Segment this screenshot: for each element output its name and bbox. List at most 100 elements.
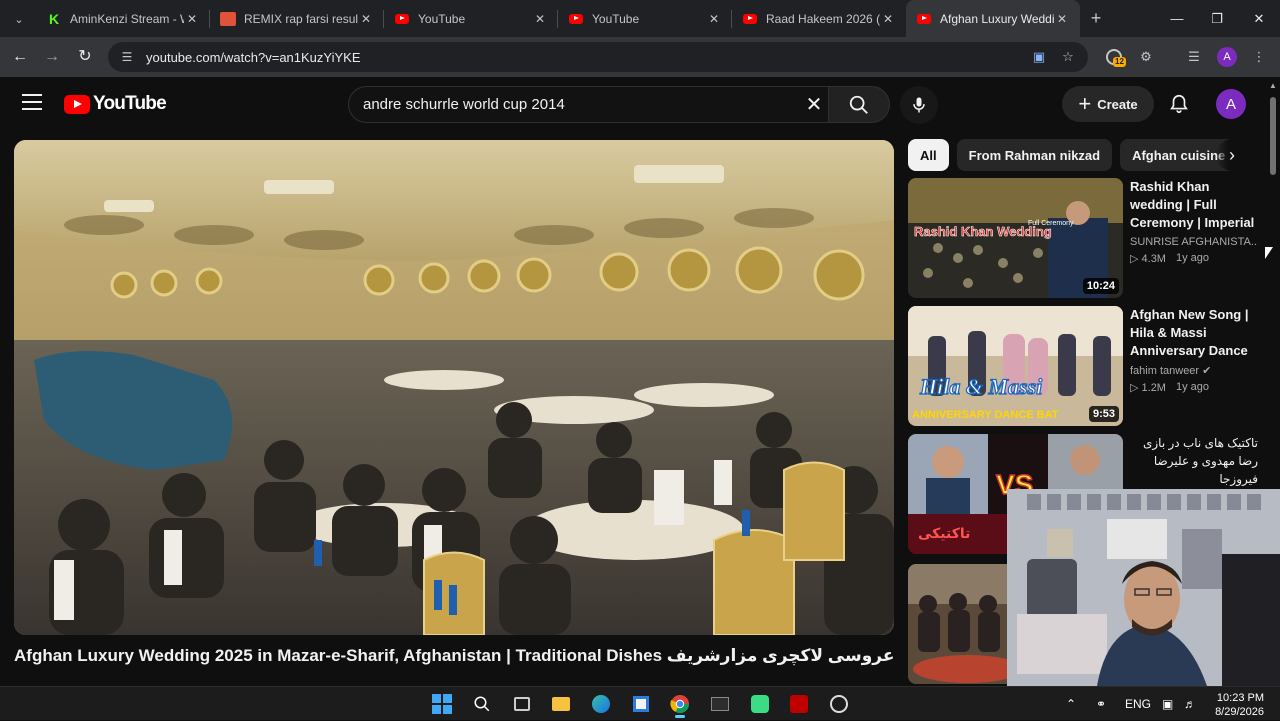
create-button[interactable]: + Create xyxy=(1062,86,1154,122)
microphone-icon xyxy=(913,97,925,113)
extension-badge-icon[interactable]: 12 xyxy=(1102,45,1126,69)
browser-tab[interactable]: YouTube ✕ xyxy=(384,0,558,37)
video-stats: ▷ 4.3M 1y ago xyxy=(1130,252,1258,265)
taskbar-search-icon[interactable] xyxy=(467,690,497,718)
browser-tab[interactable]: REMIX rap farsi results ✕ xyxy=(210,0,384,37)
tab-search-button[interactable]: ⌄ xyxy=(8,8,30,30)
file-explorer-icon[interactable] xyxy=(546,690,576,718)
plus-icon: + xyxy=(1078,91,1092,116)
browser-tab-strip: ⌄ K AminKenzi Stream - W ✕ REMIX rap far… xyxy=(0,0,1280,37)
network-icon[interactable]: ▣ xyxy=(1162,687,1173,721)
new-tab-button[interactable]: + xyxy=(1086,8,1106,28)
search-input[interactable] xyxy=(349,87,800,122)
video-title[interactable]: Rashid Khan wedding | Full Ceremony | Im… xyxy=(1130,178,1258,232)
address-bar[interactable]: ☰ youtube.com/watch?v=an1KuzYiYKE ▣ ☆ xyxy=(108,42,1088,72)
youtube-icon xyxy=(568,11,584,27)
forward-icon[interactable]: → xyxy=(40,45,64,69)
show-hidden-icons-chevron-icon[interactable]: ⌃ xyxy=(1066,687,1076,721)
windows-start-icon[interactable] xyxy=(427,690,457,718)
tab-title: Raad Hakeem 2026 ( w xyxy=(766,11,880,26)
channel-name[interactable]: SUNRISE AFGHANISTA... xyxy=(1130,236,1258,248)
guide-menu-icon[interactable] xyxy=(22,94,42,110)
youtube-logo-text: YouTube xyxy=(93,93,167,114)
back-icon[interactable]: ← xyxy=(8,45,32,69)
system-clock[interactable]: 10:23 PM 8/29/2026 xyxy=(1184,691,1264,719)
tab-close-icon[interactable]: ✕ xyxy=(358,12,374,26)
browser-toolbar: ← → ↻ ☰ youtube.com/watch?v=an1KuzYiYKE … xyxy=(0,37,1280,77)
youtube-icon xyxy=(916,11,932,27)
view-count-value: 4.3M xyxy=(1141,253,1166,265)
scroll-up-arrow-icon[interactable]: ▲ xyxy=(1269,81,1277,90)
maximize-icon[interactable]: ❐ xyxy=(1196,0,1238,37)
windows-taskbar: ⌃ ⚭ ENG ▣ ♬ 10:23 PM 8/29/2026 xyxy=(0,686,1280,720)
bookmark-star-icon[interactable]: ☆ xyxy=(1055,42,1081,72)
video-meta: Rashid Khan wedding | Full Ceremony | Im… xyxy=(1130,178,1258,265)
tab-close-icon[interactable]: ✕ xyxy=(532,12,548,26)
minimize-icon[interactable]: — xyxy=(1156,0,1198,37)
android-studio-icon[interactable] xyxy=(745,690,775,718)
tab-close-icon[interactable]: ✕ xyxy=(880,12,896,26)
youtube-logo[interactable]: YouTube xyxy=(64,93,167,115)
profile-button[interactable]: A xyxy=(1215,45,1239,69)
video-title[interactable]: Afghan New Song | Hila & Massi Anniversa… xyxy=(1130,306,1258,360)
kick-icon: K xyxy=(48,10,60,27)
youtube-icon xyxy=(394,11,410,27)
browser-tab[interactable]: Raad Hakeem 2026 ( w ✕ xyxy=(732,0,906,37)
terminal-icon[interactable] xyxy=(705,690,735,718)
recommended-video[interactable]: Hila & Massi ANNIVERSARY DANCE BAT 9:53 … xyxy=(908,306,1258,426)
extensions-puzzle-icon[interactable]: ⚙ xyxy=(1134,45,1158,69)
voice-search-button[interactable] xyxy=(900,86,938,124)
video-stats: ▷ 1.2M 1y ago xyxy=(1130,381,1258,394)
install-app-icon[interactable]: ▣ xyxy=(1026,42,1052,72)
video-player[interactable] xyxy=(14,140,894,635)
chip-all[interactable]: All xyxy=(908,139,949,171)
recommended-video[interactable]: Rashid Khan Wedding Full Ceremony 10:24 … xyxy=(908,178,1258,298)
webcam-overlay xyxy=(1007,489,1280,686)
url-text[interactable]: youtube.com/watch?v=an1KuzYiYKE xyxy=(146,50,361,65)
video-meta: تاکتیک های ناب در بازی رضا مهدوی و علیرض… xyxy=(1130,434,1258,488)
browser-tab-active[interactable]: Afghan Luxury Wedding ✕ xyxy=(906,0,1080,37)
browser-tab[interactable]: K AminKenzi Stream - W ✕ xyxy=(36,0,210,37)
video-duration: 10:24 xyxy=(1082,278,1119,294)
chrome-taskbar-icon[interactable] xyxy=(665,690,695,718)
reload-icon[interactable]: ↻ xyxy=(73,45,97,69)
search-box: ✕ xyxy=(348,86,828,123)
microsoft-store-icon[interactable] xyxy=(626,690,656,718)
tab-title: YouTube xyxy=(418,11,466,26)
input-language[interactable]: ENG xyxy=(1125,687,1151,721)
browser-tab[interactable]: YouTube ✕ xyxy=(558,0,732,37)
video-thumbnail[interactable]: Hila & Massi ANNIVERSARY DANCE BAT 9:53 xyxy=(908,306,1123,426)
close-window-icon[interactable]: ✕ xyxy=(1238,0,1280,37)
clock-time: 10:23 PM xyxy=(1216,692,1264,704)
filezilla-icon[interactable] xyxy=(784,690,814,718)
chip-from-channel[interactable]: From Rahman nikzad xyxy=(956,139,1113,171)
media-player-icon[interactable] xyxy=(824,690,854,718)
media-controls-icon[interactable]: ☰ xyxy=(1182,45,1206,69)
tab-close-icon[interactable]: ✕ xyxy=(184,12,200,26)
reddit-icon xyxy=(220,11,236,27)
tab-close-icon[interactable]: ✕ xyxy=(1054,12,1070,26)
youtube-masthead: YouTube ✕ + Create A xyxy=(0,77,1280,133)
tab-close-icon[interactable]: ✕ xyxy=(706,12,722,26)
page-scrollbar-thumb[interactable] xyxy=(1270,97,1276,175)
upload-age: 1y ago xyxy=(1175,381,1210,393)
channel-name[interactable]: fahim tanweer ✔ xyxy=(1130,364,1258,377)
clear-search-icon[interactable]: ✕ xyxy=(800,91,828,119)
notifications-bell-icon[interactable] xyxy=(1166,91,1192,117)
task-view-icon[interactable] xyxy=(507,690,537,718)
edge-browser-icon[interactable] xyxy=(586,690,616,718)
tab-title: YouTube xyxy=(592,11,640,26)
chevron-right-icon[interactable]: › xyxy=(1216,139,1248,171)
search-button[interactable] xyxy=(828,86,890,123)
view-count-value: 1.2M xyxy=(1141,382,1166,394)
site-info-icon[interactable]: ☰ xyxy=(112,50,142,64)
thumbnail-caption: Hila & Massi xyxy=(919,374,1043,399)
search-icon xyxy=(849,95,868,114)
video-meta: Afghan New Song | Hila & Massi Anniversa… xyxy=(1130,306,1258,394)
microphone-tray-icon[interactable]: ⚭ xyxy=(1096,687,1106,721)
chrome-menu-icon[interactable]: ⋮ xyxy=(1247,45,1271,69)
video-title[interactable]: تاکتیک های ناب در بازی رضا مهدوی و علیرض… xyxy=(1130,434,1258,488)
view-count: ▷ 4.3M xyxy=(1130,253,1166,265)
account-avatar[interactable]: A xyxy=(1216,89,1246,119)
video-thumbnail[interactable]: Rashid Khan Wedding Full Ceremony 10:24 xyxy=(908,178,1123,298)
